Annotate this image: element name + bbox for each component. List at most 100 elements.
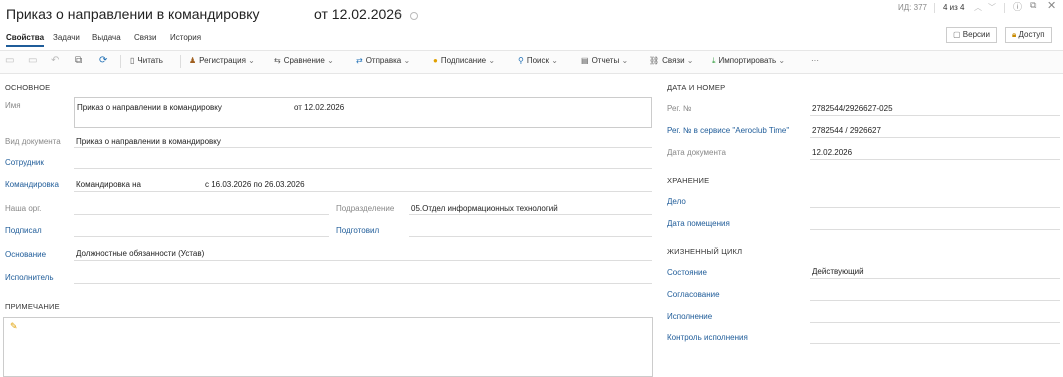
divider bbox=[180, 55, 181, 68]
executor-label[interactable]: Исполнитель bbox=[5, 273, 54, 282]
reg-service-label[interactable]: Рег. № в сервисе "Aeroclub Time" bbox=[667, 126, 789, 135]
copy-icon[interactable]: ⧉ bbox=[75, 55, 82, 66]
divider bbox=[810, 115, 1060, 116]
name-date: от 12.02.2026 bbox=[294, 103, 345, 112]
execution-field[interactable] bbox=[810, 322, 1060, 323]
chevron-down-icon: ⌄ bbox=[778, 56, 786, 65]
send-button[interactable]: ⇄ Отправка ⌄ bbox=[356, 56, 410, 65]
lock-icon: 🔒︎ bbox=[1012, 30, 1017, 39]
placed-date-label[interactable]: Дата помещения bbox=[667, 219, 730, 228]
access-label: Доступ bbox=[1018, 30, 1045, 39]
trip-label[interactable]: Командировка bbox=[5, 180, 59, 189]
trip-dates: с 16.03.2026 по 26.03.2026 bbox=[205, 180, 305, 189]
refresh-icon[interactable]: ⟳ bbox=[99, 55, 107, 66]
sign-button[interactable]: ● Подписание ⌄ bbox=[433, 56, 495, 65]
divider bbox=[120, 55, 121, 68]
section-date-number-title: ДАТА И НОМЕР bbox=[667, 83, 726, 92]
save-icon[interactable]: ▭ bbox=[5, 55, 14, 66]
divider bbox=[934, 3, 935, 13]
name-field[interactable] bbox=[74, 97, 652, 128]
tab-links[interactable]: Связи bbox=[134, 33, 156, 42]
approval-label[interactable]: Согласование bbox=[667, 290, 720, 299]
divider bbox=[409, 214, 652, 215]
document-title-date: от 12.02.2026 bbox=[314, 6, 402, 22]
reg-service-value[interactable]: 2782544 / 2926627 bbox=[812, 126, 881, 135]
registration-button[interactable]: ♟ Регистрация ⌄ bbox=[189, 56, 255, 65]
help-icon[interactable]: ⓘ bbox=[1013, 0, 1022, 13]
doctype-value[interactable]: Приказ о направлении в командировку bbox=[76, 137, 221, 146]
toolbar: ▭ ▭ ↶ ⧉ ⟳ ▯ Читать ♟ Регистрация ⌄ ⇆ Сравне… bbox=[0, 50, 1063, 74]
read-button[interactable]: ▯ Читать bbox=[130, 56, 163, 65]
signed-label[interactable]: Подписал bbox=[5, 226, 42, 235]
undo-icon[interactable]: ↶ bbox=[51, 55, 59, 66]
control-field[interactable] bbox=[810, 343, 1060, 344]
basis-label[interactable]: Основание bbox=[5, 250, 46, 259]
prepared-label[interactable]: Подготовил bbox=[336, 226, 379, 235]
chevron-down-icon[interactable]: ﹀ bbox=[988, 2, 996, 13]
basis-value[interactable]: Должностные обязанности (Устав) bbox=[76, 249, 204, 258]
executor-field[interactable] bbox=[74, 283, 652, 284]
compare-button[interactable]: ⇆ Сравнение ⌄ bbox=[274, 56, 334, 65]
download-icon: ⤓ bbox=[712, 56, 716, 65]
search-button[interactable]: ⚲ Поиск ⌄ bbox=[518, 56, 558, 65]
save-as-icon[interactable]: ▭ bbox=[28, 55, 37, 66]
chevron-down-icon: ⌄ bbox=[621, 56, 629, 65]
versions-icon: ▢ bbox=[953, 30, 961, 39]
pencil-icon[interactable]: ✎ bbox=[10, 321, 18, 332]
divider bbox=[74, 191, 652, 192]
reg-value[interactable]: 2782544/2926627-025 bbox=[812, 104, 893, 113]
section-storage-title: ХРАНЕНИЕ bbox=[667, 176, 710, 185]
dept-value[interactable]: 05.Отдел информационных технологий bbox=[411, 204, 558, 213]
note-field[interactable] bbox=[3, 317, 653, 377]
chevron-down-icon: ⌄ bbox=[403, 56, 411, 65]
dept-label: Подразделение bbox=[336, 204, 395, 213]
document-id: ИД: 377 bbox=[898, 3, 927, 12]
state-value[interactable]: Действующий bbox=[812, 267, 864, 276]
prepared-field[interactable] bbox=[409, 236, 652, 237]
compare-icon: ⇆ bbox=[274, 56, 281, 65]
close-icon[interactable]: ✕ bbox=[1047, 0, 1056, 12]
divider bbox=[810, 137, 1060, 138]
more-button[interactable]: ··· bbox=[811, 56, 819, 65]
open-external-icon[interactable]: ⧉ bbox=[1030, 0, 1036, 11]
report-icon: ▤ bbox=[581, 56, 589, 65]
signed-field[interactable] bbox=[74, 236, 329, 237]
case-label[interactable]: Дело bbox=[667, 197, 686, 206]
versions-button[interactable]: ▢ Версии bbox=[946, 27, 997, 43]
employee-field[interactable] bbox=[74, 168, 652, 169]
org-label: Наша орг. bbox=[5, 204, 42, 213]
case-field[interactable] bbox=[810, 207, 1060, 208]
doctype-label: Вид документа bbox=[5, 137, 61, 146]
record-counter: 4 из 4 bbox=[943, 3, 965, 12]
access-button[interactable]: 🔒︎ Доступ bbox=[1005, 27, 1052, 43]
employee-label[interactable]: Сотрудник bbox=[5, 158, 44, 167]
tab-properties[interactable]: Свойства bbox=[6, 33, 45, 47]
chevron-down-icon: ⌄ bbox=[551, 56, 558, 65]
section-lifecycle-title: ЖИЗНЕННЫЙ ЦИКЛ bbox=[667, 247, 743, 256]
execution-label[interactable]: Исполнение bbox=[667, 312, 712, 321]
divider bbox=[1004, 3, 1005, 13]
links-button[interactable]: ⛓ Связи ⌄ bbox=[649, 56, 694, 65]
doc-date-label: Дата документа bbox=[667, 148, 726, 157]
trip-value[interactable]: Командировка на bbox=[76, 180, 141, 189]
tab-history[interactable]: История bbox=[170, 33, 201, 42]
tab-issue[interactable]: Выдача bbox=[92, 33, 121, 42]
star-icon[interactable]: ☆ bbox=[393, 9, 403, 22]
send-icon: ⇄ bbox=[356, 56, 363, 65]
chevron-up-icon[interactable]: ︿ bbox=[974, 2, 982, 13]
reports-button[interactable]: ▤ Отчеты ⌄ bbox=[581, 56, 628, 65]
name-value: Приказ о направлении в командировку bbox=[77, 103, 222, 112]
doc-date-value[interactable]: 12.02.2026 bbox=[812, 148, 852, 157]
org-field[interactable] bbox=[74, 214, 329, 215]
section-note-title: ПРИМЕЧАНИЕ bbox=[5, 302, 60, 311]
state-label[interactable]: Состояние bbox=[667, 268, 707, 277]
control-label[interactable]: Контроль исполнения bbox=[667, 333, 748, 342]
divider bbox=[810, 159, 1060, 160]
placed-date-field[interactable] bbox=[810, 229, 1060, 230]
tab-tasks[interactable]: Задачи bbox=[53, 33, 80, 42]
approval-field[interactable] bbox=[810, 300, 1060, 301]
import-button[interactable]: ⤓ Импортировать ⌄ bbox=[712, 56, 785, 66]
circle-icon[interactable] bbox=[410, 12, 418, 20]
document-title: Приказ о направлении в командировку от 1… bbox=[6, 6, 402, 22]
chevron-down-icon: ⌄ bbox=[327, 56, 334, 65]
